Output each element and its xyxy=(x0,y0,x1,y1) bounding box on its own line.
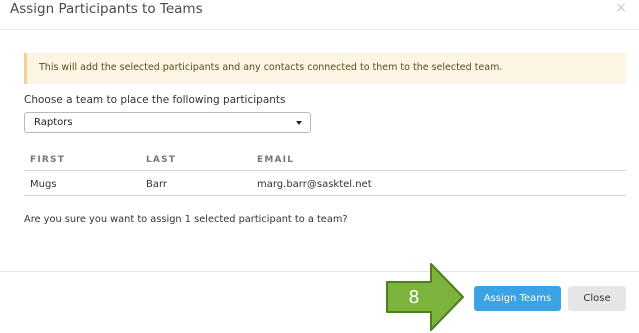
table-row: Mugs Barr marg.barr@sasktel.net xyxy=(24,171,626,196)
close-icon[interactable]: × xyxy=(615,0,627,16)
info-alert: This will add the selected participants … xyxy=(24,53,626,84)
cell-first: Mugs xyxy=(30,179,57,190)
assign-teams-button[interactable]: Assign Teams xyxy=(474,286,561,311)
column-header-first: FIRST xyxy=(30,155,66,165)
close-button[interactable]: Close xyxy=(568,286,626,311)
cell-email: marg.barr@sasktel.net xyxy=(257,179,372,190)
chevron-down-icon xyxy=(296,121,302,125)
modal-header: Assign Participants to Teams × xyxy=(0,0,639,30)
team-select-value: Raptors xyxy=(34,117,73,128)
team-select-label: Choose a team to place the following par… xyxy=(24,94,286,106)
team-select[interactable]: Raptors xyxy=(24,112,311,133)
confirm-message: Are you sure you want to assign 1 select… xyxy=(24,214,348,225)
modal-title: Assign Participants to Teams xyxy=(10,1,203,17)
column-header-last: LAST xyxy=(146,155,177,165)
cell-last: Barr xyxy=(146,179,168,190)
column-header-email: EMAIL xyxy=(257,155,295,165)
footer-divider xyxy=(0,271,639,272)
participants-table: FIRST LAST EMAIL Mugs Barr marg.barr@sas… xyxy=(24,149,626,196)
step-number: 8 xyxy=(408,287,420,308)
table-header: FIRST LAST EMAIL xyxy=(24,149,626,171)
